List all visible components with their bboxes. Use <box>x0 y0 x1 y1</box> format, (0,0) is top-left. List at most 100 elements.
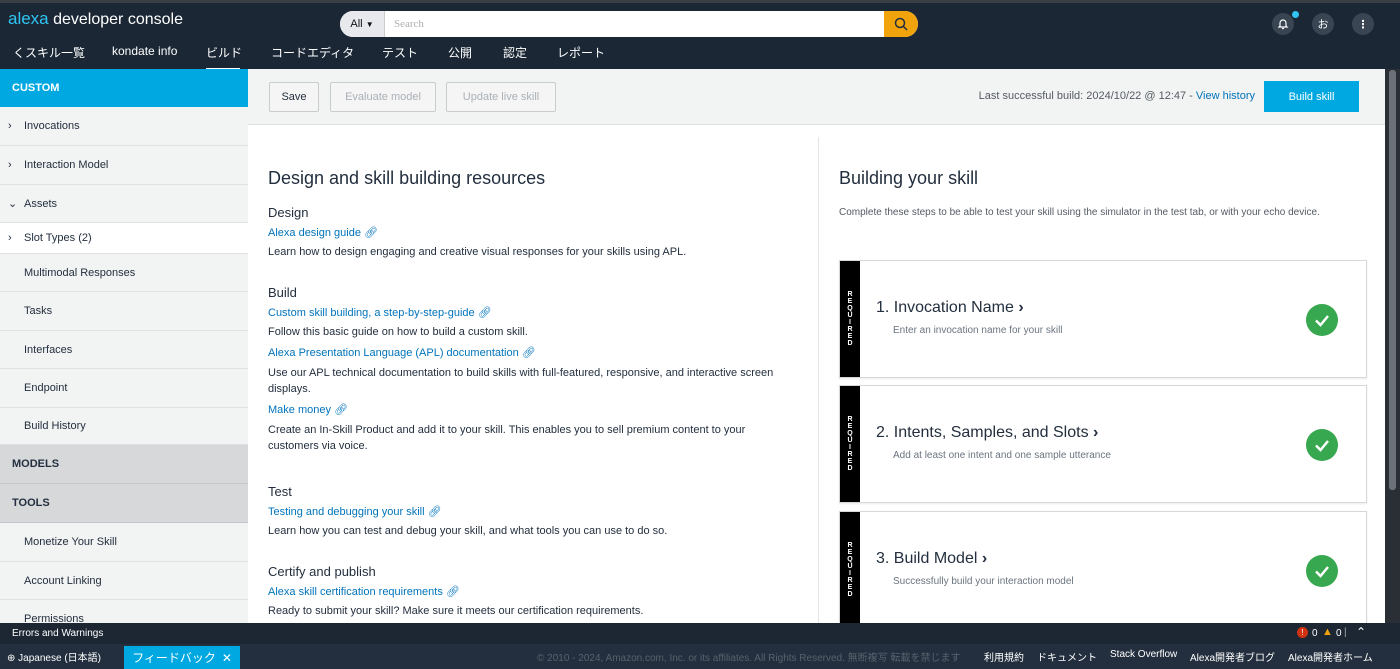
external-link-icon: 🔗︎ <box>445 586 460 598</box>
sidebar-item-monetize[interactable]: Monetize Your Skill <box>0 523 248 562</box>
search-scope-dropdown[interactable]: All ▼ <box>340 11 385 37</box>
build-skill-button[interactable]: Build skill <box>1264 81 1359 112</box>
make-money-link[interactable]: Make money <box>268 404 331 416</box>
sidebar-item-account-linking[interactable]: Account Linking <box>0 562 248 600</box>
errors-warnings-bar[interactable]: Errors and Warnings ! 0 ▲ 0 | ⌃ <box>0 623 1400 644</box>
last-build-status: Last successful build: 2024/10/22 @ 12:4… <box>979 90 1255 102</box>
resource-description: Ready to submit your skill? Make sure it… <box>268 605 644 617</box>
feedback-label: フィードバック <box>132 651 216 665</box>
user-avatar[interactable]: お <box>1312 13 1334 35</box>
sidebar-item-multimodal-responses[interactable]: Multimodal Responses <box>0 254 248 292</box>
sidebar-section-custom[interactable]: CUSTOM <box>0 69 248 107</box>
check-icon <box>1306 555 1338 587</box>
sidebar-item-invocations[interactable]: › Invocations <box>0 107 248 146</box>
external-link-icon: 🔗︎ <box>521 347 536 359</box>
sidebar-section-tools[interactable]: TOOLS <box>0 484 248 523</box>
step-intents-samples-slots[interactable]: REQUIRED 2. Intents, Samples, and Slots … <box>839 385 1367 503</box>
resource-build: Build Custom skill building, a step-by-s… <box>268 285 778 454</box>
sidebar-item-slot-types[interactable]: › Slot Types (2) <box>0 223 248 254</box>
footer-link-stack-overflow[interactable]: Stack Overflow <box>1110 649 1177 660</box>
sidebar-item-tasks[interactable]: Tasks <box>0 292 248 331</box>
required-label: REQUIRED <box>840 512 860 623</box>
save-button[interactable]: Save <box>269 82 319 112</box>
tab-reports[interactable]: レポート <box>557 44 605 71</box>
resource-description: Create an In-Skill Product and add it to… <box>268 424 746 452</box>
required-text: REQUIRED <box>846 416 854 472</box>
search-icon <box>894 17 908 31</box>
view-history-link[interactable]: View history <box>1196 90 1255 102</box>
building-skill-subtitle: Complete these steps to be able to test … <box>839 207 1320 218</box>
step-title[interactable]: 1. Invocation Name › <box>876 299 1024 317</box>
step-build-model[interactable]: REQUIRED 3. Build Model › Successfully b… <box>839 511 1367 623</box>
tab-build[interactable]: ビルド <box>206 44 242 71</box>
user-initial: お <box>1317 19 1329 31</box>
notifications-button[interactable] <box>1272 13 1294 35</box>
sidebar: CUSTOM › Invocations › Interaction Model… <box>0 69 248 623</box>
step-title[interactable]: 2. Intents, Samples, and Slots › <box>876 424 1098 442</box>
step-description: Successfully build your interaction mode… <box>893 576 1074 587</box>
feedback-button[interactable]: フィードバック ✕ <box>124 646 240 669</box>
update-live-skill-button[interactable]: Update live skill <box>446 82 556 112</box>
main-content: Save Evaluate model Update live skill La… <box>248 69 1385 623</box>
warning-count: 0 <box>1336 628 1342 639</box>
apl-docs-link[interactable]: Alexa Presentation Language (APL) docume… <box>268 347 519 359</box>
sidebar-item-label: Build History <box>24 420 86 432</box>
sidebar-section-models[interactable]: MODELS <box>0 445 248 484</box>
footer-link-dev-blog[interactable]: Alexa開発者ブログ <box>1190 649 1275 664</box>
external-link-icon: 🔗︎ <box>427 506 442 518</box>
resource-description: Use our APL technical documentation to b… <box>268 367 774 395</box>
resource-description: Learn how to design engaging and creativ… <box>268 246 687 258</box>
chevron-right-icon: › <box>1018 299 1024 316</box>
last-build-text: Last successful build: 2024/10/22 @ 12:4… <box>978 90 1196 102</box>
scrollbar-thumb[interactable] <box>1389 70 1396 490</box>
search-input[interactable] <box>386 11 882 37</box>
testing-debugging-link[interactable]: Testing and debugging your skill <box>268 506 425 518</box>
certification-requirements-link[interactable]: Alexa skill certification requirements <box>268 586 443 598</box>
sidebar-item-label: Permissions <box>24 612 84 624</box>
bell-icon <box>1277 19 1289 30</box>
tab-test[interactable]: テスト <box>382 44 418 71</box>
tab-certification[interactable]: 認定 <box>503 44 527 71</box>
resource-heading: Build <box>268 285 297 300</box>
sidebar-item-assets[interactable]: ⌄ Assets <box>0 185 248 223</box>
chevron-down-icon: ⌄ <box>8 198 18 210</box>
sidebar-item-interaction-model[interactable]: › Interaction Model <box>0 146 248 185</box>
build-toolbar: Save Evaluate model Update live skill La… <box>248 69 1385 125</box>
sidebar-item-label: Endpoint <box>24 382 68 394</box>
step-title[interactable]: 3. Build Model › <box>876 550 987 568</box>
tab-code-editor[interactable]: コードエディタ <box>271 44 354 71</box>
step-invocation-name[interactable]: REQUIRED 1. Invocation Name › Enter an i… <box>839 260 1367 378</box>
brand-logo[interactable]: alexa developer console <box>8 9 183 29</box>
sidebar-section-label: MODELS <box>12 458 60 470</box>
error-icon: ! <box>1297 627 1308 638</box>
custom-skill-guide-link[interactable]: Custom skill building, a step-by-step-gu… <box>268 307 475 319</box>
brand-text: developer console <box>53 11 183 28</box>
close-icon[interactable]: ✕ <box>222 651 232 665</box>
resource-description: Learn how you can test and debug your sk… <box>268 525 668 537</box>
footer-link-documentation[interactable]: ドキュメント <box>1037 649 1097 664</box>
required-text: REQUIRED <box>846 291 854 347</box>
tab-publish[interactable]: 公開 <box>448 44 472 71</box>
sidebar-section-label: TOOLS <box>12 497 50 509</box>
design-guide-link[interactable]: Alexa design guide <box>268 227 361 239</box>
chevron-right-icon: › <box>8 232 12 244</box>
more-menu-button[interactable]: ⋮ <box>1352 13 1374 35</box>
error-count: 0 <box>1312 628 1318 639</box>
step-description: Enter an invocation name for your skill <box>893 325 1063 336</box>
chevron-up-icon[interactable]: ⌃ <box>1356 625 1366 639</box>
back-to-skills-link[interactable]: くスキル一覧 <box>13 44 85 71</box>
step-description: Add at least one intent and one sample u… <box>893 450 1111 461</box>
language-label: Japanese (日本語) <box>18 653 101 664</box>
language-selector[interactable]: ⊕ Japanese (日本語) <box>7 649 101 664</box>
footer-link-dev-home[interactable]: Alexa開発者ホーム <box>1288 649 1373 664</box>
search-button[interactable] <box>884 11 918 37</box>
sidebar-item-interfaces[interactable]: Interfaces <box>0 331 248 369</box>
sidebar-item-endpoint[interactable]: Endpoint <box>0 369 248 408</box>
resource-heading: Design <box>268 205 309 220</box>
sidebar-item-build-history[interactable]: Build History <box>0 408 248 445</box>
sidebar-item-permissions[interactable]: Permissions <box>0 600 248 624</box>
sidebar-item-label: Assets <box>24 197 58 210</box>
skill-name[interactable]: kondate info <box>112 44 177 71</box>
footer-link-terms[interactable]: 利用規約 <box>984 649 1024 664</box>
evaluate-model-button[interactable]: Evaluate model <box>330 82 436 112</box>
